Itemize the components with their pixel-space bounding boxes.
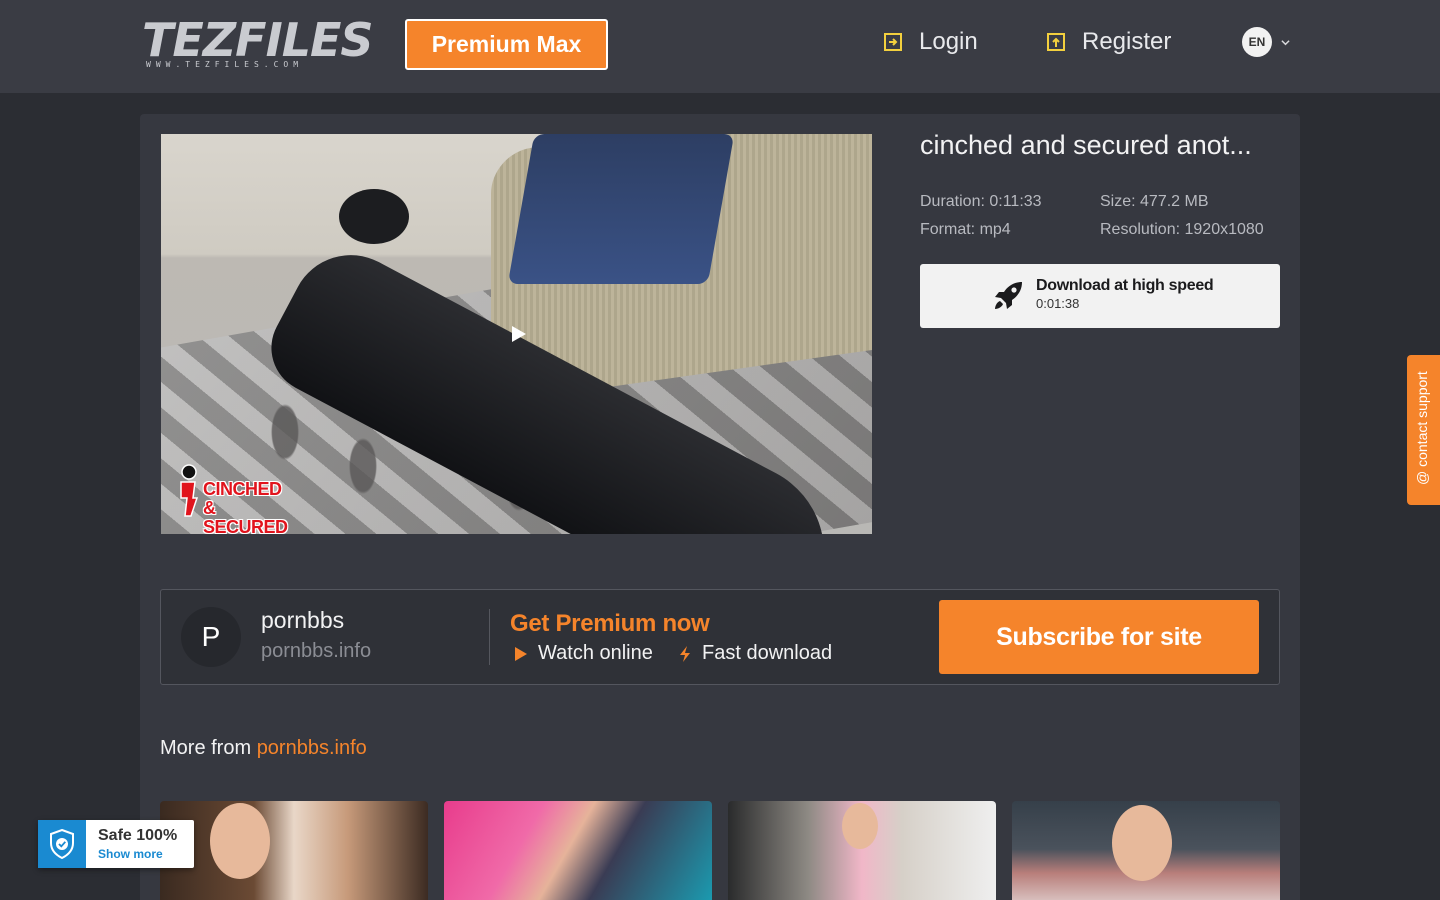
feature-watch-label: Watch online: [538, 642, 653, 664]
uploader-site[interactable]: pornbbs.info: [261, 640, 371, 663]
play-icon[interactable]: [511, 325, 527, 343]
chevron-down-icon: [1281, 39, 1290, 45]
watermark-line-2: & SECURED: [203, 498, 288, 535]
shield-check-icon: [50, 829, 74, 859]
tezfiles-logo[interactable]: TEZFILES WWW.TEZFILES.COM: [142, 14, 374, 72]
more-from-heading: More from pornbbs.info: [160, 737, 367, 760]
logo-url: WWW.TEZFILES.COM: [146, 60, 304, 69]
safe-badge[interactable]: Safe 100% Show more: [38, 820, 194, 868]
language-selector[interactable]: EN: [1242, 27, 1290, 57]
rocket-icon: [995, 282, 1022, 309]
register-link[interactable]: Register: [1046, 26, 1171, 58]
safe-show-more-link[interactable]: Show more: [98, 847, 163, 861]
feature-watch-online: Watch online: [514, 642, 653, 665]
download-label: Download at high speed: [1036, 277, 1214, 294]
site-header: TEZFILES WWW.TEZFILES.COM Premium Max Lo…: [0, 0, 1440, 93]
avatar[interactable]: P: [181, 607, 241, 667]
login-link[interactable]: Login: [883, 26, 978, 58]
language-code: EN: [1242, 27, 1272, 57]
feature-fast-label: Fast download: [702, 642, 833, 664]
video-watermark: CINCHED & SECURED: [171, 464, 291, 534]
contact-support-label: @ contact support: [1414, 371, 1430, 485]
login-icon: [884, 33, 902, 51]
related-thumbnail[interactable]: [728, 801, 996, 900]
watermark-line-1: CINCHED: [203, 479, 282, 499]
related-thumbnail[interactable]: [160, 801, 428, 900]
play-triangle-icon: [515, 646, 527, 661]
uploader-name[interactable]: pornbbs: [261, 607, 344, 634]
file-size: Size: 477.2 MB: [1100, 193, 1209, 210]
lightning-icon: [680, 645, 690, 662]
more-from-site-link[interactable]: pornbbs.info: [257, 737, 367, 759]
video-preview[interactable]: CINCHED & SECURED: [161, 134, 872, 534]
file-title: cinched and secured anot...: [920, 130, 1252, 160]
file-duration: Duration: 0:11:33: [920, 193, 1042, 210]
feature-fast-download: Fast download: [678, 642, 832, 665]
contact-support-tab[interactable]: @ contact support: [1407, 355, 1440, 505]
get-premium-title: Get Premium now: [510, 610, 710, 637]
file-resolution: Resolution: 1920x1080: [1100, 221, 1264, 238]
download-high-speed-button[interactable]: Download at high speed 0:01:38: [920, 264, 1280, 328]
register-icon: [1047, 33, 1065, 51]
logo-wordmark: TEZFILES: [142, 13, 374, 67]
safe-title: Safe 100%: [98, 827, 178, 844]
file-format: Format: mp4: [920, 221, 1011, 238]
related-thumbnail[interactable]: [444, 801, 712, 900]
register-label: Register: [1082, 28, 1172, 55]
login-label: Login: [919, 28, 978, 55]
more-from-prefix: More from: [160, 737, 257, 759]
premium-max-button[interactable]: Premium Max: [405, 19, 608, 70]
divider: [489, 609, 490, 665]
watermark-figure-icon: [180, 464, 199, 517]
related-thumbnail[interactable]: [1012, 801, 1280, 900]
subscribe-for-site-button[interactable]: Subscribe for site: [939, 600, 1259, 674]
download-time: 0:01:38: [1036, 296, 1080, 311]
uploader-bar: P pornbbs pornbbs.info Get Premium now W…: [160, 589, 1280, 685]
